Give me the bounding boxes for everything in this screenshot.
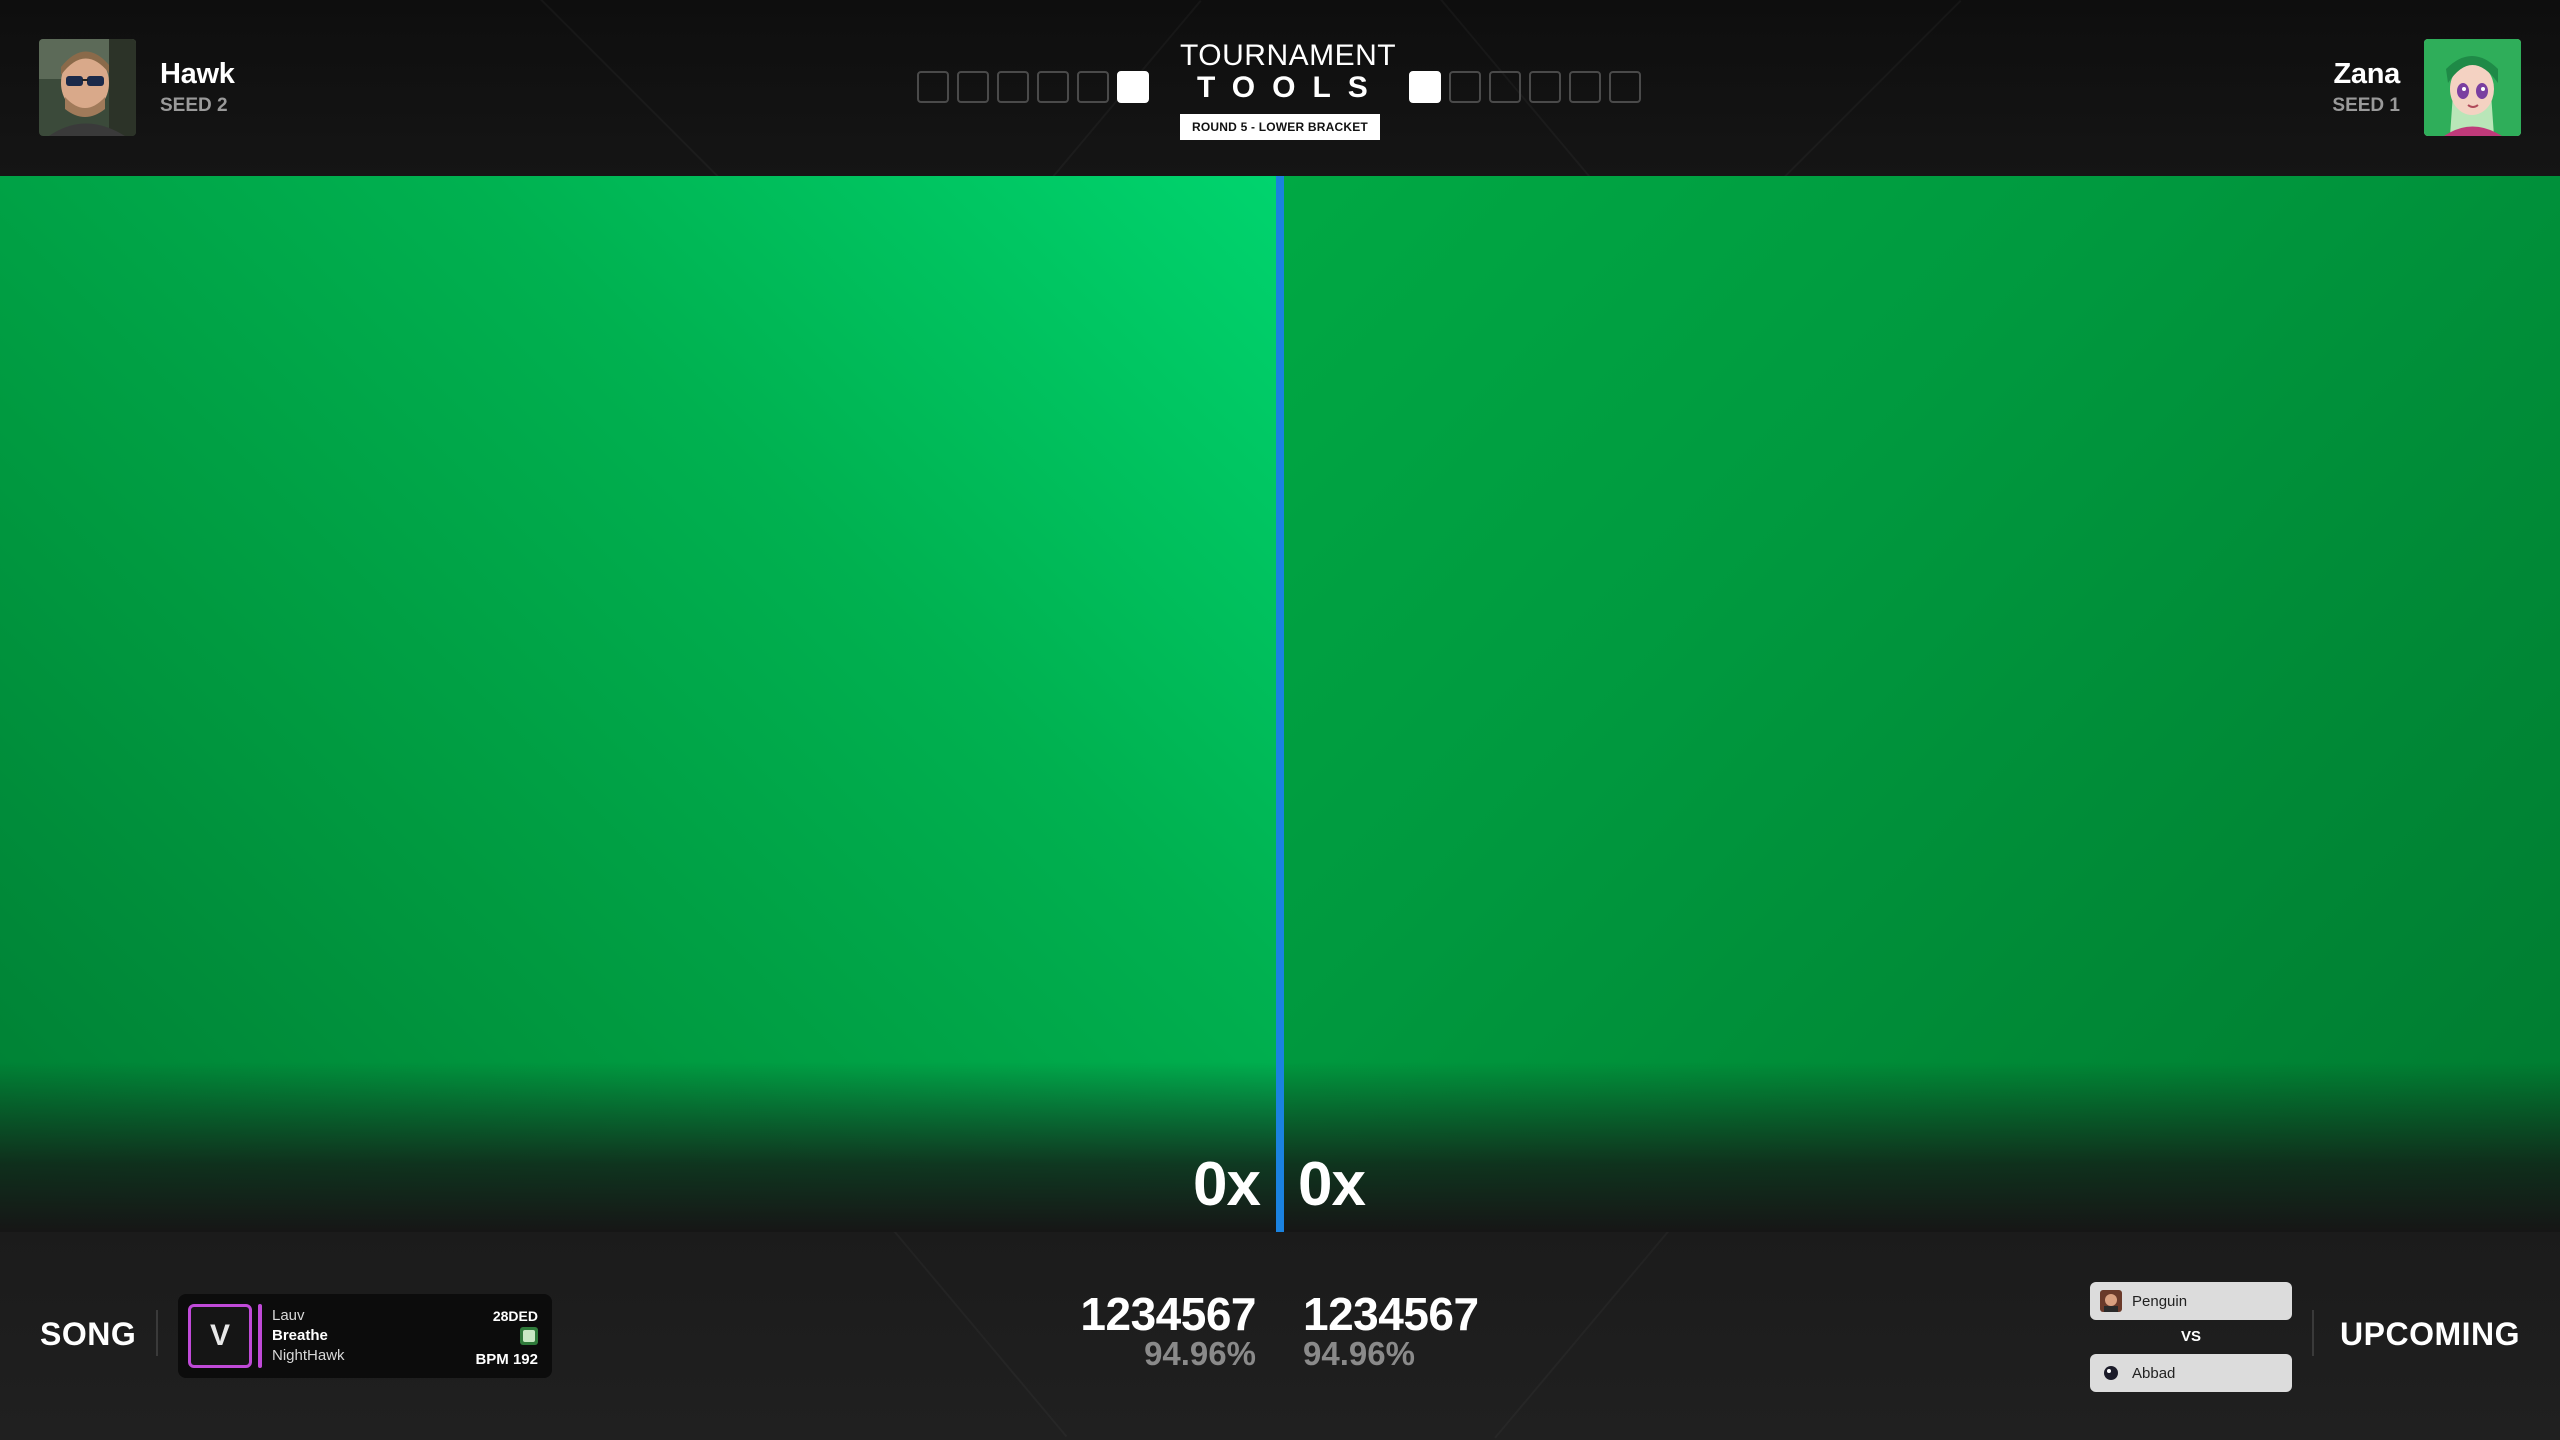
upcoming-player-2-name: Abbad — [2132, 1364, 2176, 1382]
left-map-wins — [917, 71, 1149, 103]
left-score: 1234567 94.96% — [1080, 1288, 1256, 1372]
left-combo: 0x — [1193, 1150, 1261, 1219]
left-player-seed: SEED 2 — [160, 94, 228, 116]
right-map-win-box — [1609, 71, 1641, 103]
upcoming-player-2-avatar — [2100, 1362, 2122, 1384]
left-player: Hawk SEED 2 — [39, 39, 235, 136]
left-map-win-box — [1077, 71, 1109, 103]
right-score-points: 1234567 — [1303, 1288, 1479, 1340]
right-map-wins — [1409, 71, 1641, 103]
song-cover: V — [188, 1304, 252, 1368]
upcoming-vs: VS — [2180, 1328, 2201, 1345]
right-map-win-box — [1449, 71, 1481, 103]
right-player: Zana SEED 1 — [2332, 39, 2521, 136]
left-map-win-box — [917, 71, 949, 103]
decor-line — [540, 0, 725, 176]
song-label: SONG — [40, 1316, 137, 1352]
left-player-stream — [0, 176, 1276, 1232]
logo-line-2: TOOLS — [1197, 71, 1385, 104]
divider — [156, 1310, 158, 1356]
upcoming-player-2: Abbad — [2090, 1354, 2292, 1392]
upcoming-player-1-avatar — [2100, 1290, 2122, 1312]
tournament-tools-logo: TOURNAMENT TOOLS ROUND 5 - LOWER BRACKET — [1180, 39, 1397, 140]
logo-line-1: TOURNAMENT — [1180, 39, 1397, 72]
bottom-bar: SONG V Lauv Breathe NightHawk 28DED BPM … — [0, 1232, 2560, 1440]
song-difficulty: 28DED — [492, 1308, 538, 1324]
left-player-name: Hawk — [160, 57, 235, 90]
right-score-accuracy: 94.96% — [1303, 1335, 1415, 1372]
right-player-name: Zana — [2333, 57, 2401, 90]
song-artist: Lauv — [272, 1307, 305, 1324]
upcoming-label: UPCOMING — [2340, 1316, 2520, 1352]
divider — [2312, 1310, 2314, 1356]
song-card: V Lauv Breathe NightHawk 28DED BPM 192 — [178, 1294, 552, 1378]
right-map-win-box — [1489, 71, 1521, 103]
right-player-seed: SEED 1 — [2332, 94, 2400, 116]
right-player-stream — [1284, 176, 2560, 1232]
upcoming-player-1: Penguin — [2090, 1282, 2292, 1320]
left-map-win-box — [957, 71, 989, 103]
right-map-win-box — [1569, 71, 1601, 103]
decor-line — [860, 1232, 1067, 1437]
upcoming-match: Penguin VS Abbad — [2090, 1282, 2292, 1392]
top-bar: Hawk SEED 2 TOURNAMENT TOOLS ROUND 5 - L… — [0, 0, 2560, 176]
left-score-points: 1234567 — [1080, 1288, 1256, 1340]
right-score: 1234567 94.96% — [1303, 1288, 1479, 1372]
left-player-avatar — [39, 39, 136, 136]
right-map-win-box — [1409, 71, 1441, 103]
center-divider — [1276, 176, 1284, 1232]
song-mapper: NightHawk — [272, 1347, 345, 1364]
round-badge: ROUND 5 - LOWER BRACKET — [1180, 114, 1380, 140]
difficulty-icon — [520, 1327, 538, 1345]
decor-line — [1776, 0, 1961, 176]
song-title: Breathe — [272, 1327, 328, 1344]
right-player-avatar — [2424, 39, 2521, 136]
left-map-win-box — [1117, 71, 1149, 103]
right-map-win-box — [1529, 71, 1561, 103]
left-score-accuracy: 94.96% — [1144, 1335, 1256, 1372]
upcoming-player-1-name: Penguin — [2132, 1292, 2188, 1310]
song-cover-glyph: V — [209, 1319, 230, 1352]
song-accent-bar — [258, 1304, 262, 1368]
right-combo: 0x — [1298, 1150, 1366, 1219]
left-map-win-box — [997, 71, 1029, 103]
song-bpm: BPM 192 — [475, 1351, 538, 1368]
left-map-win-box — [1037, 71, 1069, 103]
decor-line — [1494, 1232, 1701, 1438]
